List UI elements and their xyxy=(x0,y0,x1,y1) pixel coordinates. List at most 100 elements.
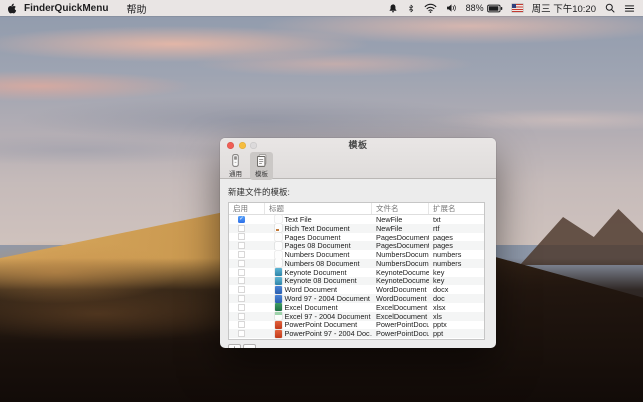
title-cell: Excel 97 - 2004 Document xyxy=(265,312,372,321)
table-row[interactable]: OpenDocument TextTextDocumentodt xyxy=(229,338,484,340)
file-type-icon xyxy=(275,277,282,285)
toolbar-tab-label: 模板 xyxy=(255,168,268,178)
input-source-flag-icon[interactable] xyxy=(512,4,523,12)
enable-checkbox[interactable] xyxy=(238,295,245,302)
template-filename: NewFile xyxy=(372,215,429,224)
template-title: Excel Document xyxy=(285,303,338,312)
header-extension[interactable]: 扩展名 xyxy=(429,203,484,214)
menu-app-name[interactable]: FinderQuickMenu xyxy=(22,3,117,14)
table-row[interactable]: PowerPoint 97 - 2004 Doc…PowerPointDocum… xyxy=(229,329,484,338)
enable-checkbox[interactable] xyxy=(238,260,245,267)
enable-checkbox[interactable] xyxy=(238,233,245,240)
template-table-body: ✓Text FileNewFiletxtRich Text DocumentNe… xyxy=(229,215,484,340)
table-row[interactable]: ✓Text FileNewFiletxt xyxy=(229,215,484,224)
wifi-icon[interactable] xyxy=(424,3,437,13)
table-row[interactable]: Excel DocumentExcelDocumentxlsx xyxy=(229,303,484,312)
table-row[interactable]: Numbers DocumentNumbersDocumentnumbers xyxy=(229,250,484,259)
window-title: 模板 xyxy=(348,138,367,151)
table-row[interactable]: Word DocumentWordDocumentdocx xyxy=(229,285,484,294)
template-title: OpenDocument Text xyxy=(285,338,351,340)
toolbar-tab-templates[interactable]: 模板 xyxy=(250,152,273,180)
file-type-icon xyxy=(275,259,282,267)
close-button[interactable] xyxy=(227,142,234,149)
template-filename: TextDocument xyxy=(372,338,429,340)
menu-clock[interactable]: 周三 下午10:20 xyxy=(532,1,596,15)
enable-checkbox[interactable] xyxy=(238,269,245,276)
spotlight-search-icon[interactable] xyxy=(605,3,615,13)
table-row[interactable]: Keynote 08 Document KeynoteDocumentkey xyxy=(229,277,484,286)
file-type-icon xyxy=(275,268,282,276)
window-chrome: 模板 通用 模板 xyxy=(220,138,496,179)
enabled-cell xyxy=(229,224,265,233)
file-type-icon xyxy=(275,251,282,259)
template-extension: pptx xyxy=(429,321,484,330)
bluetooth-icon[interactable] xyxy=(407,3,415,14)
templates-table: 启用 标题 文件名 扩展名 ✓Text FileNewFiletxtRich T… xyxy=(228,202,485,340)
template-title: Word 97 - 2004 Document xyxy=(285,294,370,303)
file-type-icon xyxy=(275,321,282,329)
header-title[interactable]: 标题 xyxy=(265,203,372,214)
enable-checkbox[interactable] xyxy=(238,304,245,311)
enable-checkbox[interactable] xyxy=(238,339,245,340)
minimize-button[interactable] xyxy=(239,142,246,149)
file-type-icon xyxy=(275,215,282,223)
enable-checkbox[interactable] xyxy=(238,251,245,258)
template-title: PowerPoint Document xyxy=(285,321,358,330)
apple-menu-icon[interactable] xyxy=(0,2,22,15)
template-filename: NumbersDocument xyxy=(372,259,429,268)
flag-canton xyxy=(512,4,517,8)
file-type-icon xyxy=(275,303,282,311)
enable-checkbox[interactable] xyxy=(238,313,245,320)
add-template-button[interactable]: + xyxy=(228,344,241,348)
title-cell: Rich Text Document xyxy=(265,224,372,233)
template-extension: xlsx xyxy=(429,303,484,312)
enable-checkbox[interactable] xyxy=(238,330,245,337)
enable-checkbox[interactable]: ✓ xyxy=(238,216,245,223)
file-type-icon xyxy=(275,312,282,320)
title-cell: Word 97 - 2004 Document xyxy=(265,294,372,303)
menu-bar: FinderQuickMenu 帮助 xyxy=(0,0,643,16)
zoom-button-disabled xyxy=(250,142,257,149)
table-row[interactable]: Rich Text DocumentNewFilertf xyxy=(229,224,484,233)
template-title: Pages 08 Document xyxy=(285,241,351,250)
table-row[interactable]: Keynote DocumentKeynoteDocumentkey xyxy=(229,268,484,277)
enable-checkbox[interactable] xyxy=(238,277,245,284)
window-titlebar[interactable]: 模板 xyxy=(220,138,496,151)
preferences-toolbar: 通用 模板 xyxy=(220,151,496,180)
enable-checkbox[interactable] xyxy=(238,321,245,328)
template-extension: key xyxy=(429,277,484,286)
enabled-cell xyxy=(229,285,265,294)
title-cell: PowerPoint Document xyxy=(265,321,372,330)
template-title: Text File xyxy=(285,215,312,224)
template-extension: ppt xyxy=(429,329,484,338)
enabled-cell xyxy=(229,294,265,303)
enabled-cell xyxy=(229,338,265,340)
enable-checkbox[interactable] xyxy=(238,286,245,293)
file-type-icon xyxy=(275,339,282,340)
template-filename: PowerPointDocume… xyxy=(372,321,429,330)
battery-status[interactable]: 88% xyxy=(466,3,503,13)
template-title: Keynote 08 Document xyxy=(285,277,357,286)
table-row[interactable]: Pages 08 DocumentPagesDocumentpages xyxy=(229,241,484,250)
table-row[interactable]: Word 97 - 2004 DocumentWordDocumentdoc xyxy=(229,294,484,303)
template-title: Rich Text Document xyxy=(285,224,350,233)
header-enabled[interactable]: 启用 xyxy=(229,203,265,214)
title-cell: Text File xyxy=(265,215,372,224)
volume-icon[interactable] xyxy=(446,3,457,13)
template-title: Keynote Document xyxy=(285,268,347,277)
toolbar-tab-label: 通用 xyxy=(229,168,242,178)
toolbar-tab-general[interactable]: 通用 xyxy=(224,152,247,180)
table-row[interactable]: Excel 97 - 2004 DocumentExcelDocumentxls xyxy=(229,312,484,321)
menu-item-help[interactable]: 帮助 xyxy=(117,1,155,16)
template-filename: KeynoteDocument xyxy=(372,277,429,286)
enable-checkbox[interactable] xyxy=(238,242,245,249)
enabled-cell xyxy=(229,329,265,338)
notification-bell-icon[interactable] xyxy=(388,3,398,14)
header-filename[interactable]: 文件名 xyxy=(372,203,429,214)
table-row[interactable]: PowerPoint Document PowerPointDocume…pptx xyxy=(229,321,484,330)
table-row[interactable]: Numbers 08 DocumentNumbersDocumentnumber… xyxy=(229,259,484,268)
notification-center-icon[interactable] xyxy=(624,4,635,13)
remove-template-button[interactable]: − xyxy=(243,344,256,348)
table-row[interactable]: Pages DocumentPagesDocumentpages xyxy=(229,233,484,242)
enable-checkbox[interactable] xyxy=(238,225,245,232)
